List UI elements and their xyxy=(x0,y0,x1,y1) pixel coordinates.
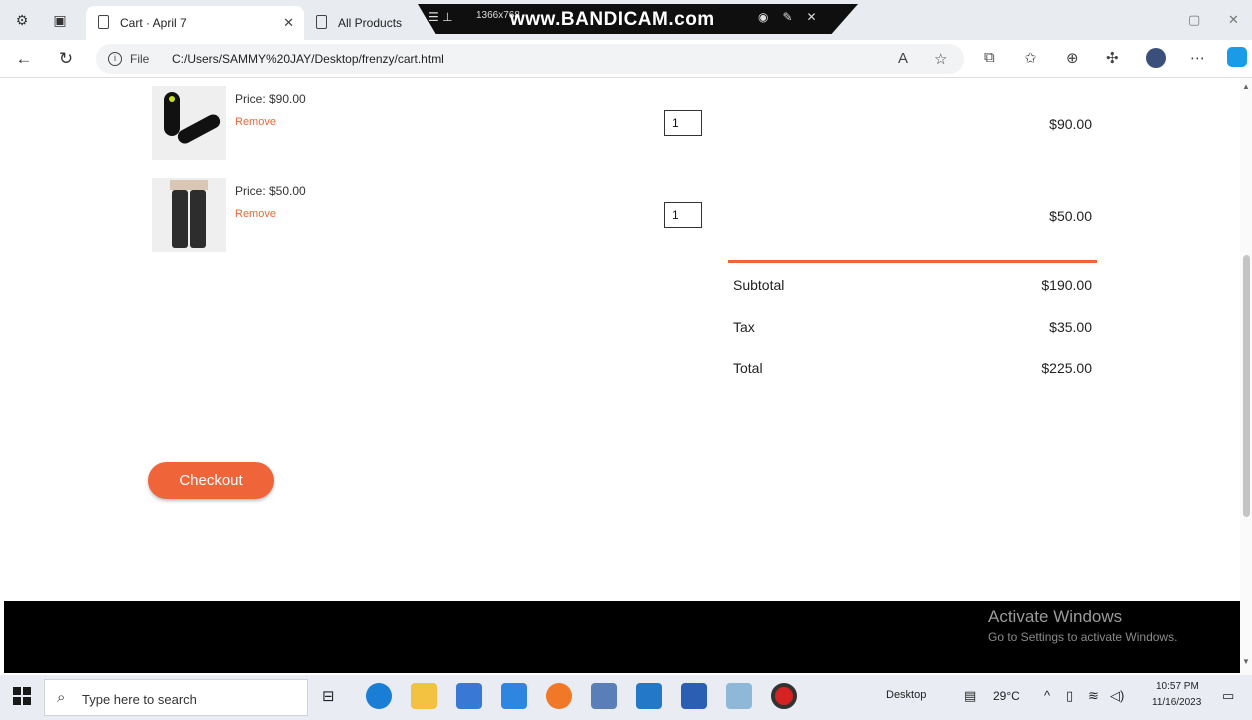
vscode-icon[interactable] xyxy=(636,683,662,709)
page-icon xyxy=(98,15,109,29)
search-placeholder: Type here to search xyxy=(82,692,197,707)
bandicam-watermark: www.BANDICAM.com xyxy=(510,9,715,30)
subtotal-value: $190.00 xyxy=(1041,277,1092,293)
store-icon[interactable] xyxy=(456,683,482,709)
activate-windows-title: Activate Windows xyxy=(988,607,1123,626)
clock-date[interactable]: 11/16/2023 xyxy=(1152,697,1201,708)
info-icon[interactable]: i xyxy=(108,52,122,66)
total-value: $225.00 xyxy=(1041,360,1092,376)
collections-icon[interactable]: ⊕ xyxy=(1066,49,1079,67)
task-view-icon[interactable]: ⊟ xyxy=(322,687,335,705)
notifications-icon[interactable]: ▭ xyxy=(1222,688,1234,704)
close-icon[interactable]: ✕ xyxy=(283,15,294,31)
checkout-button[interactable]: Checkout xyxy=(148,462,274,499)
bandicam-record-icon[interactable] xyxy=(771,683,797,709)
address-bar-row: ← ↻ i File C:/Users/SAMMY%20JAY/Desktop/… xyxy=(0,40,1252,78)
subtotal-label: Subtotal xyxy=(733,277,785,293)
reload-icon[interactable]: ↻ xyxy=(54,47,78,71)
workspaces-icon[interactable]: ⚙ xyxy=(10,8,34,32)
extensions-icon[interactable]: ✣ xyxy=(1106,49,1119,67)
network-app-icon[interactable] xyxy=(591,683,617,709)
address-bar[interactable]: i File C:/Users/SAMMY%20JAY/Desktop/fren… xyxy=(96,44,964,74)
bandicam-menu-icon: ☰ ⊥ xyxy=(428,10,453,24)
search-icon: ⌕ xyxy=(57,689,66,706)
activate-windows-subtitle: Go to Settings to activate Windows. xyxy=(988,630,1178,644)
screen: ⚙ ▣ Cart · April 7 ✕ All Products ☰ ⊥ 13… xyxy=(0,0,1252,720)
copilot-icon[interactable] xyxy=(1227,47,1247,67)
tab-actions-icon[interactable]: ▣ xyxy=(48,8,72,32)
tab-title: Cart · April 7 xyxy=(120,16,187,30)
cart-page: Price: $90.00 Remove 1 $90.00 Price: $50… xyxy=(0,79,1240,601)
tax-value: $35.00 xyxy=(1049,319,1092,335)
tab-title: All Products xyxy=(338,16,403,30)
taskbar-search[interactable]: ⌕ Type here to search xyxy=(44,679,308,716)
item-subtotal: $50.00 xyxy=(1049,208,1092,224)
favorite-star-icon[interactable]: ☆ xyxy=(934,50,947,68)
battery-icon[interactable]: ▯ xyxy=(1066,688,1073,704)
product-image-trousers[interactable] xyxy=(152,178,226,252)
browser-tab-strip: ⚙ ▣ Cart · April 7 ✕ All Products ☰ ⊥ 13… xyxy=(0,0,1252,40)
clock-time[interactable]: 10:57 PM xyxy=(1156,681,1199,692)
page-scrollbar[interactable]: ▲ ▼ xyxy=(1240,79,1252,675)
read-aloud-icon[interactable]: A xyxy=(898,50,908,67)
volume-icon[interactable]: ◁) xyxy=(1110,688,1124,704)
close-window-icon[interactable]: ✕ xyxy=(1228,12,1239,28)
summary-divider xyxy=(728,260,1097,263)
page-icon xyxy=(316,15,327,29)
scroll-up-icon[interactable]: ▲ xyxy=(1242,82,1250,91)
url-text[interactable]: C:/Users/SAMMY%20JAY/Desktop/frenzy/cart… xyxy=(172,52,444,66)
back-arrow-icon[interactable]: ← xyxy=(12,47,36,71)
total-label: Total xyxy=(733,360,763,376)
weather-icon[interactable]: ▤ xyxy=(964,688,976,704)
chevron-up-icon[interactable]: ^ xyxy=(1044,688,1050,703)
bandicam-tools-icon: ◉✎✕ xyxy=(758,10,831,24)
profile-avatar[interactable] xyxy=(1146,48,1166,68)
edge-icon[interactable] xyxy=(366,683,392,709)
scroll-down-icon[interactable]: ▼ xyxy=(1242,657,1250,666)
remove-link[interactable]: Remove xyxy=(235,208,276,220)
more-menu-icon[interactable]: ⋯ xyxy=(1190,49,1205,67)
tab-all-products[interactable]: All Products xyxy=(304,6,422,40)
item-subtotal: $90.00 xyxy=(1049,116,1092,132)
quantity-input[interactable]: 1 xyxy=(664,110,702,136)
mail-icon[interactable] xyxy=(501,683,527,709)
restore-icon[interactable]: ▢ xyxy=(1188,12,1200,28)
remove-link[interactable]: Remove xyxy=(235,116,276,128)
favorites-icon[interactable]: ✩ xyxy=(1024,49,1037,67)
firefox-icon[interactable] xyxy=(546,683,572,709)
tax-label: Tax xyxy=(733,319,755,335)
file-explorer-icon[interactable] xyxy=(411,683,437,709)
item-price: Price: $50.00 xyxy=(235,184,306,198)
quantity-input[interactable]: 1 xyxy=(664,202,702,228)
item-price: Price: $90.00 xyxy=(235,92,306,106)
word-icon[interactable] xyxy=(681,683,707,709)
tab-cart[interactable]: Cart · April 7 ✕ xyxy=(86,6,304,40)
scrollbar-thumb[interactable] xyxy=(1243,255,1250,517)
windows-taskbar: ⌕ Type here to search ⊟ Desktop ▤ 29°C ^… xyxy=(0,675,1252,720)
windows-start-icon[interactable] xyxy=(13,687,31,705)
temperature[interactable]: 29°C xyxy=(993,689,1020,703)
wifi-icon[interactable]: ≋ xyxy=(1088,688,1099,704)
notepad-icon[interactable] xyxy=(726,683,752,709)
product-image-sneakers[interactable] xyxy=(152,86,226,160)
desktop-toolbar-label[interactable]: Desktop xyxy=(886,689,926,701)
scheme-label: File xyxy=(130,52,150,66)
split-screen-icon[interactable]: ⧉ xyxy=(984,49,995,66)
